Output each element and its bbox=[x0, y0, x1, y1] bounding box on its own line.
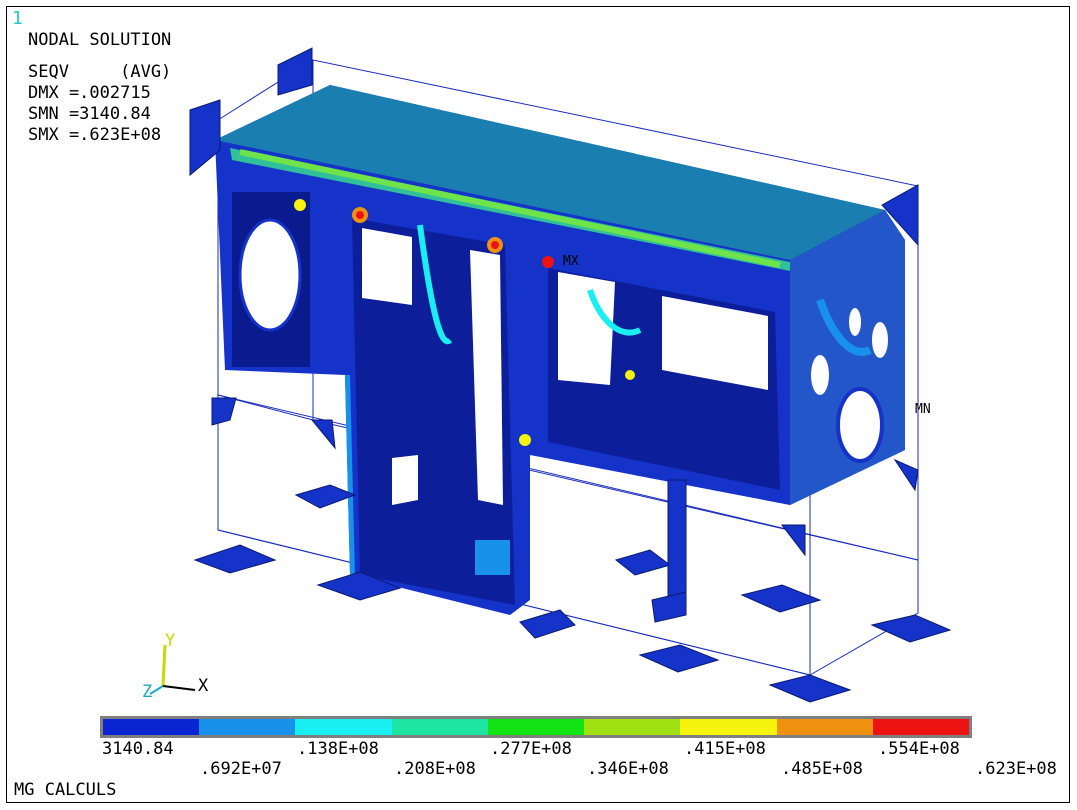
legend-label: .346E+08 bbox=[587, 759, 669, 779]
model-title: MG CALCULS bbox=[14, 780, 117, 800]
legend-band-8 bbox=[776, 719, 873, 735]
legend-band-9 bbox=[872, 719, 969, 735]
axis-triad bbox=[149, 644, 196, 695]
legend-band-6 bbox=[584, 719, 681, 735]
legend-label: .208E+08 bbox=[394, 759, 476, 779]
legend-label: .485E+08 bbox=[781, 759, 863, 779]
legend-band-3 bbox=[295, 719, 392, 735]
legend-band-4 bbox=[391, 719, 488, 735]
legend-label: .138E+08 bbox=[297, 739, 379, 759]
legend-label: .692E+07 bbox=[200, 759, 282, 779]
legend-label: .554E+08 bbox=[878, 739, 960, 759]
legend-band-2 bbox=[199, 719, 296, 735]
legend-label: .415E+08 bbox=[684, 739, 766, 759]
triad-x-label: X bbox=[198, 676, 209, 696]
legend-label: .277E+08 bbox=[490, 739, 572, 759]
triad-z-label: Z bbox=[142, 682, 153, 702]
legend-band-7 bbox=[680, 719, 777, 735]
legend-label: 3140.84 bbox=[102, 739, 174, 759]
legend-band-5 bbox=[487, 719, 585, 735]
triad-y-label: Y bbox=[165, 631, 176, 651]
contour-legend-bar bbox=[100, 716, 972, 738]
legend-label: .623E+08 bbox=[975, 759, 1057, 779]
legend-band-1 bbox=[103, 719, 200, 735]
